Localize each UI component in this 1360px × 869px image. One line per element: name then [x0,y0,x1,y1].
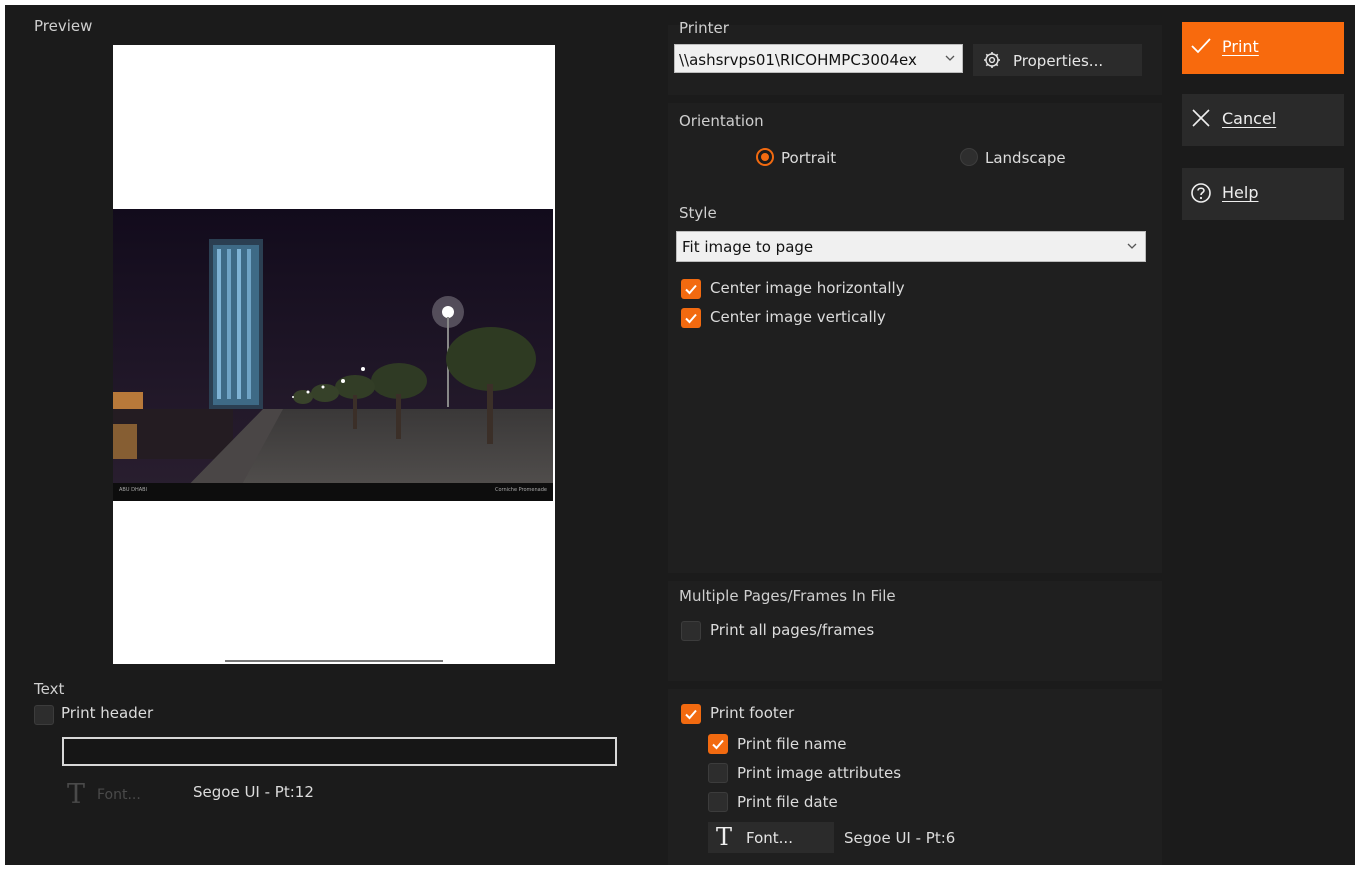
checkmark-icon [685,284,697,295]
print-file-name-label: Print file name [737,735,847,753]
print-image-attributes-checkbox[interactable] [708,763,728,783]
preview-footer-line [225,660,443,662]
print-image-attributes-label: Print image attributes [737,764,902,782]
properties-button[interactable]: Properties... [973,44,1142,76]
text-font-icon: T [716,823,733,851]
portrait-label: Portrait [781,149,837,167]
checkmark-icon [712,739,724,750]
multipage-label: Multiple Pages/Frames In File [679,587,896,605]
preview-image: ABU DHABI Corniche Promenade [113,209,553,501]
style-select[interactable]: Fit image to page [676,231,1146,262]
layout-panel [668,103,1162,573]
header-font-button[interactable]: T Font... [65,779,165,811]
text-font-icon: T [67,779,86,810]
print-header-label: Print header [61,704,154,722]
footer-font-label: Font... [746,829,793,847]
header-font-info: Segoe UI - Pt:12 [193,783,314,801]
gear-icon [984,52,1000,68]
help-button-label: Help [1222,183,1259,202]
orientation-label: Orientation [679,112,764,130]
photo-caption-right: Corniche Promenade [494,487,547,493]
print-file-name-checkbox[interactable] [708,734,728,754]
checkmark-icon [685,313,697,324]
print-footer-label: Print footer [710,704,795,722]
portrait-radio[interactable] [756,148,774,166]
center-vertically-checkbox[interactable] [681,308,701,328]
preview-label: Preview [34,17,93,35]
checkmark-icon [685,709,697,720]
landscape-label: Landscape [985,149,1066,167]
footer-font-button[interactable]: T Font... [708,822,834,853]
text-section-label: Text [34,680,65,698]
help-button[interactable]: Help [1182,168,1344,220]
chevron-down-icon [1127,243,1137,249]
landscape-radio[interactable] [960,148,978,166]
checkmark-icon [1191,38,1211,54]
print-footer-checkbox[interactable] [681,704,701,724]
printer-select-value: \\ashsrvps01\RICOHMPC3004ex [679,51,917,69]
style-select-value: Fit image to page [682,238,814,256]
night-promenade-photo [113,209,553,501]
print-all-pages-checkbox[interactable] [681,621,701,641]
help-icon [1191,183,1211,203]
center-horizontally-label: Center image horizontally [710,279,905,297]
cancel-button[interactable]: Cancel [1182,94,1344,146]
close-icon [1192,109,1210,127]
properties-label: Properties... [1013,52,1104,70]
print-file-date-checkbox[interactable] [708,792,728,812]
print-header-checkbox[interactable] [34,705,54,725]
print-button[interactable]: Print [1182,22,1344,74]
printer-label: Printer [679,19,729,37]
print-all-pages-label: Print all pages/frames [710,621,875,639]
printer-select[interactable]: \\ashsrvps01\RICOHMPC3004ex [674,44,963,73]
center-vertically-label: Center image vertically [710,308,886,326]
header-text-input[interactable] [62,737,617,766]
style-label: Style [679,204,717,222]
center-horizontally-checkbox[interactable] [681,279,701,299]
chevron-down-icon [945,55,955,61]
photo-caption-left: ABU DHABI [119,487,148,493]
print-button-label: Print [1222,37,1259,56]
print-file-date-label: Print file date [737,793,838,811]
preview-page: ABU DHABI Corniche Promenade [113,45,555,664]
cancel-button-label: Cancel [1222,109,1277,128]
header-font-label: Font... [97,787,141,803]
print-dialog: Preview ABU DHABI Corniche Promenade Tex… [5,5,1355,865]
footer-font-info: Segoe UI - Pt:6 [844,829,956,847]
